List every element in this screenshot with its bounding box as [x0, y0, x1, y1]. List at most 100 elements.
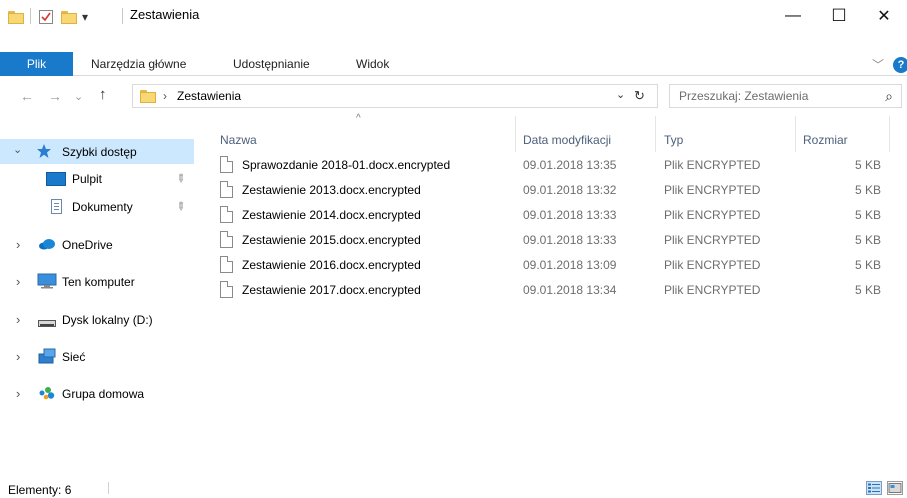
file-icon [220, 231, 233, 248]
file-type: Plik ENCRYPTED [664, 183, 761, 197]
file-icon [220, 181, 233, 198]
file-name: Zestawienie 2013.docx.encrypted [242, 183, 421, 197]
nav-label: Grupa domowa [62, 387, 145, 401]
nav-item-siec[interactable]: › Sieć [0, 344, 198, 369]
file-row[interactable]: Zestawienie 2013.docx.encrypted 09.01.20… [210, 179, 890, 203]
nav-item-pulpit[interactable]: Pulpit ✎ [0, 167, 198, 192]
onedrive-icon [38, 238, 56, 253]
pin-icon[interactable]: ✎ [173, 199, 189, 214]
nav-item-szybki-dostep[interactable]: ⌄ Szybki dostęp [0, 139, 194, 164]
nav-item-dokumenty[interactable]: Dokumenty ✎ [0, 195, 198, 220]
nav-item-ten-komputer[interactable]: › Ten komputer [0, 269, 198, 294]
file-icon [220, 281, 233, 298]
status-bar: Elementy: 6 [0, 478, 907, 498]
file-date: 09.01.2018 13:33 [523, 208, 617, 222]
maximize-button[interactable]: ☐ [816, 0, 862, 32]
star-icon [36, 143, 52, 162]
details-view-icon[interactable] [866, 481, 882, 495]
file-date: 09.01.2018 13:33 [523, 233, 617, 247]
properties-icon[interactable] [38, 8, 54, 26]
file-date: 09.01.2018 13:34 [523, 283, 617, 297]
nav-item-onedrive[interactable]: › OneDrive [0, 232, 198, 257]
column-divider[interactable] [889, 116, 890, 152]
column-header-date[interactable]: Data modyfikacji [523, 128, 611, 152]
file-row[interactable]: Zestawienie 2016.docx.encrypted 09.01.20… [210, 254, 890, 278]
file-type: Plik ENCRYPTED [664, 208, 761, 222]
expanded-chevron-icon[interactable]: ⌄ [13, 143, 22, 156]
file-icon [220, 156, 233, 173]
file-name: Sprawozdanie 2018-01.docx.encrypted [242, 158, 451, 172]
file-date: 09.01.2018 13:09 [523, 258, 617, 272]
file-size: 5 KB [855, 283, 882, 297]
computer-icon [37, 273, 57, 292]
expand-chevron-icon[interactable]: › [16, 237, 20, 252]
nav-label: Pulpit [72, 172, 103, 186]
expand-chevron-icon[interactable]: › [16, 386, 20, 401]
expand-chevron-icon[interactable]: › [16, 312, 20, 327]
nav-label: Dysk lokalny (D:) [62, 313, 153, 327]
status-divider [108, 482, 109, 494]
file-date: 09.01.2018 13:32 [523, 183, 617, 197]
nav-label: Ten komputer [62, 275, 135, 289]
column-header-name[interactable]: Nazwa [220, 128, 257, 152]
help-icon[interactable]: ? [893, 57, 907, 73]
column-header-size[interactable]: Rozmiar [803, 128, 848, 152]
file-type: Plik ENCRYPTED [664, 158, 761, 172]
breadcrumb-zestawienia[interactable]: Zestawienia [177, 89, 241, 103]
up-button[interactable]: ↑ [99, 86, 107, 103]
refresh-icon[interactable]: ↻ [634, 88, 645, 104]
file-name: Zestawienie 2015.docx.encrypted [242, 233, 421, 247]
recent-locations-button[interactable]: ⌄ [74, 90, 83, 103]
tab-udostepnianie[interactable]: Udostępnianie [233, 52, 310, 76]
nav-item-grupa-domowa[interactable]: › Grupa domowa [0, 381, 198, 406]
drive-icon [38, 317, 56, 331]
file-date: 09.01.2018 13:35 [523, 158, 617, 172]
expand-chevron-icon[interactable]: › [16, 274, 20, 289]
column-header-type[interactable]: Typ [664, 128, 683, 152]
expand-chevron-icon[interactable]: › [16, 349, 20, 364]
back-button[interactable]: ← [20, 88, 34, 104]
file-size: 5 KB [855, 258, 882, 272]
column-divider[interactable] [515, 116, 516, 152]
search-input[interactable]: Przeszukaj: Zestawienia ⌕ [669, 84, 902, 108]
search-placeholder: Przeszukaj: Zestawienia [679, 89, 809, 103]
file-row[interactable]: Zestawienie 2015.docx.encrypted 09.01.20… [210, 229, 890, 253]
navigation-pane: ⌄ Szybki dostęp Pulpit ✎ Dokumenty ✎ › O… [0, 128, 198, 478]
file-name: Zestawienie 2014.docx.encrypted [242, 208, 421, 222]
file-type: Plik ENCRYPTED [664, 258, 761, 272]
file-row[interactable]: Sprawozdanie 2018-01.docx.encrypted 09.0… [210, 154, 890, 178]
close-button[interactable]: ✕ [861, 0, 907, 32]
file-size: 5 KB [855, 183, 882, 197]
minimize-button[interactable]: — [770, 0, 816, 32]
pin-icon[interactable]: ✎ [173, 171, 189, 186]
address-dropdown-icon[interactable]: ⌄ [616, 88, 625, 101]
ribbon-collapse-icon[interactable]: ﹀ [872, 52, 884, 76]
file-row[interactable]: Zestawienie 2017.docx.encrypted 09.01.20… [210, 279, 890, 303]
file-type: Plik ENCRYPTED [664, 233, 761, 247]
breadcrumb-separator: › [163, 89, 167, 103]
tab-plik[interactable]: Plik [0, 52, 73, 76]
tab-narzedzia-glowne[interactable]: Narzędzia główne [91, 52, 186, 76]
file-type: Plik ENCRYPTED [664, 283, 761, 297]
forward-button[interactable]: → [48, 88, 62, 104]
folder-icon[interactable] [8, 8, 24, 26]
file-icon [220, 256, 233, 273]
column-divider[interactable] [655, 116, 656, 152]
sort-ascending-icon: ^ [356, 113, 361, 124]
qat-dropdown-icon[interactable]: ▾ [82, 8, 88, 26]
tab-widok[interactable]: Widok [356, 52, 389, 76]
new-folder-icon[interactable] [61, 8, 77, 26]
search-icon[interactable]: ⌕ [885, 88, 893, 105]
file-row[interactable]: Zestawienie 2014.docx.encrypted 09.01.20… [210, 204, 890, 228]
nav-item-dysk-lokalny[interactable]: › Dysk lokalny (D:) [0, 307, 198, 332]
title-bar: ▾ Zestawienia — ☐ ✕ [0, 0, 907, 32]
window-title: Zestawienia [130, 7, 200, 22]
large-icons-view-icon[interactable] [887, 481, 903, 495]
column-divider[interactable] [795, 116, 796, 152]
nav-label: Dokumenty [72, 200, 133, 214]
folder-icon [140, 90, 156, 106]
documents-icon [51, 199, 62, 214]
nav-label: OneDrive [62, 238, 113, 252]
address-bar[interactable]: › Zestawienia ⌄ ↻ [132, 84, 658, 108]
nav-label: Sieć [62, 350, 86, 364]
